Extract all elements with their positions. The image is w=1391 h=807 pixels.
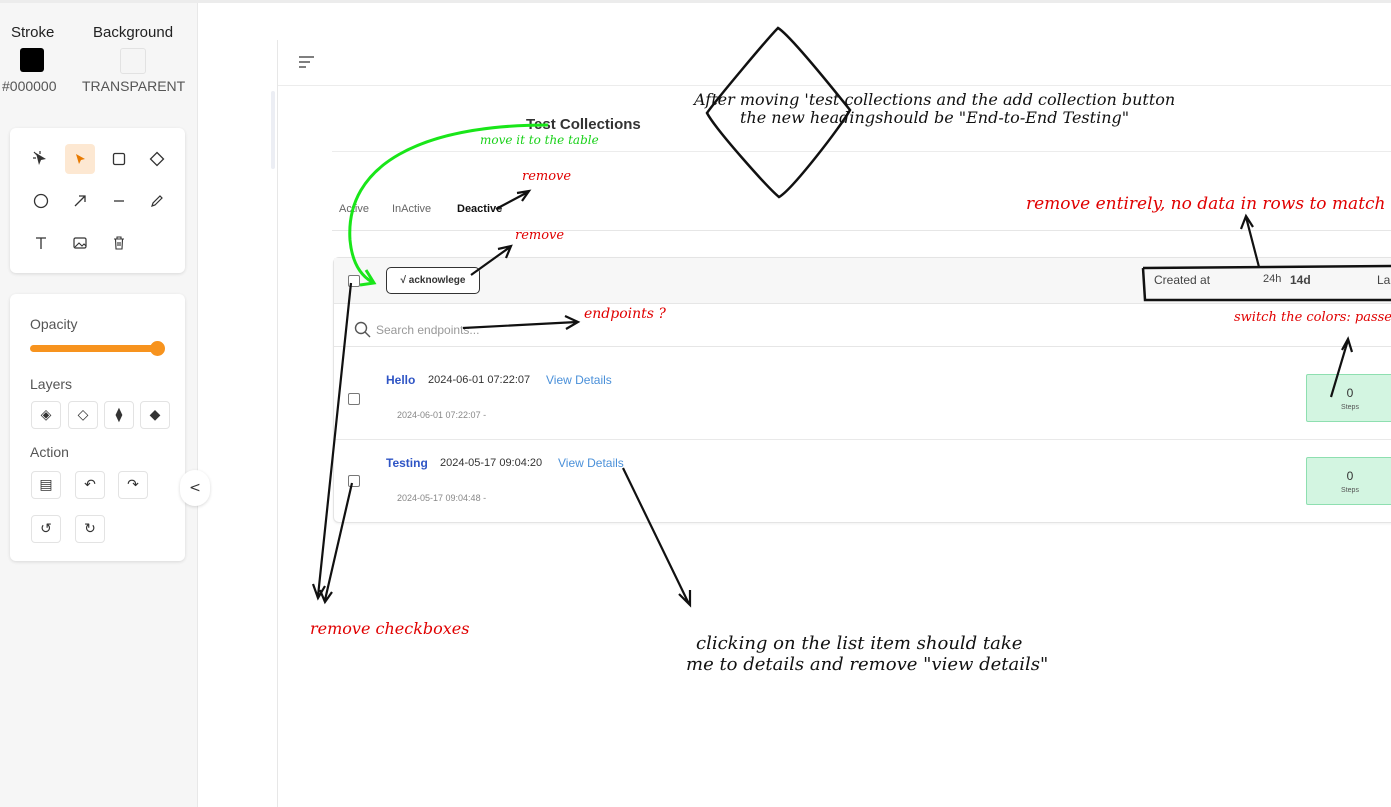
tools-card <box>10 128 185 273</box>
background-color-swatch[interactable] <box>120 48 146 74</box>
search-input[interactable]: Search endpoints... <box>376 323 479 337</box>
click-item-note: clicking on the list item should take me… <box>686 633 1048 675</box>
action-label: Action <box>30 444 69 460</box>
heading-note-line1: After moving 'test collections and the a… <box>694 90 1176 109</box>
view-details-link[interactable]: View Details <box>558 456 624 470</box>
heading-note: After moving 'test collections and the a… <box>694 91 1175 127</box>
redo-icon[interactable]: ↷ <box>118 471 148 499</box>
remove-checkboxes-note: remove checkboxes <box>310 619 470 638</box>
row-date: 2024-06-01 07:22:07 <box>428 374 531 386</box>
text-icon[interactable] <box>26 228 56 258</box>
rectangle-icon[interactable] <box>104 144 134 174</box>
rotate-left-icon[interactable]: ↺ <box>31 515 61 543</box>
layers-label: Layers <box>30 376 73 392</box>
click-item-note-line2: me to details and remove "view details" <box>686 654 1049 675</box>
header-divider <box>278 85 1391 86</box>
last-column-label: La <box>1377 273 1391 287</box>
title-divider <box>332 151 1391 152</box>
duplicate-icon[interactable]: ▤ <box>31 471 61 499</box>
image-icon[interactable] <box>65 228 95 258</box>
background-value: TRANSPARENT <box>82 78 186 94</box>
send-to-back-icon[interactable]: ◈ <box>31 401 61 429</box>
row-subtext: 2024-06-01 07:22:07 - <box>397 410 487 420</box>
pencil-icon[interactable] <box>142 186 172 216</box>
steps-count: 0 <box>1346 468 1354 483</box>
search-icon <box>354 321 371 342</box>
view-details-link[interactable]: View Details <box>546 373 612 387</box>
row-name[interactable]: Testing <box>386 456 428 470</box>
drawing-toolbar-panel: Stroke Background #000000 TRANSPARENT Op… <box>0 3 198 807</box>
steps-label: Steps <box>1341 403 1359 411</box>
steps-badge: 0 Steps <box>1306 374 1391 422</box>
row-checkbox[interactable] <box>348 393 360 405</box>
steps-badge: 0 Steps <box>1306 457 1391 505</box>
tab-inactive[interactable]: InActive <box>392 203 431 215</box>
arrow-icon[interactable] <box>65 186 95 216</box>
remove-entirely-note: remove entirely, no data in rows to matc… <box>1026 194 1386 214</box>
tab-active[interactable]: Active <box>339 203 369 215</box>
bring-forward-icon[interactable]: ⧫ <box>104 401 134 429</box>
send-backward-icon[interactable]: ◇ <box>68 401 98 429</box>
remove-ack-note: remove <box>515 228 565 243</box>
steps-label: Steps <box>1341 486 1359 494</box>
opacity-slider-thumb[interactable] <box>150 341 165 356</box>
steps-count: 0 <box>1346 385 1354 400</box>
background-label: Background <box>93 24 174 41</box>
search-row <box>334 303 1391 347</box>
diamond-icon[interactable] <box>142 144 172 174</box>
tabs-divider <box>332 230 1391 231</box>
table-header <box>334 258 1391 304</box>
scrollbar[interactable] <box>271 91 275 169</box>
selection-icon[interactable] <box>26 144 56 174</box>
range-14d[interactable]: 14d <box>1290 273 1311 287</box>
page-title: Test Collections <box>526 116 641 133</box>
collapse-sidebar-button[interactable]: < <box>180 470 210 506</box>
stroke-color-swatch[interactable] <box>20 48 44 72</box>
stroke-label: Stroke <box>11 24 55 41</box>
created-at-label: Created at <box>1154 273 1211 287</box>
bring-to-front-icon[interactable]: ◆ <box>140 401 170 429</box>
heading-note-line2: the new headingshould be "End-to-End Tes… <box>740 108 1130 127</box>
tab-deactive[interactable]: Deactive <box>457 203 502 215</box>
trash-icon[interactable] <box>104 228 134 258</box>
row-subtext: 2024-05-17 09:04:48 - <box>397 493 487 503</box>
undo-icon[interactable]: ↶ <box>75 471 105 499</box>
move-to-table-note: move it to the table <box>480 133 599 147</box>
row-date: 2024-05-17 09:04:20 <box>440 457 543 469</box>
menu-icon[interactable] <box>298 54 316 74</box>
rotate-right-icon[interactable]: ↻ <box>75 515 105 543</box>
row-name[interactable]: Hello <box>386 373 415 387</box>
endpoints-note: endpoints ? <box>584 306 666 322</box>
line-icon[interactable] <box>104 186 134 216</box>
click-item-note-line1: clicking on the list item should take <box>696 633 1023 654</box>
top-border <box>0 0 1391 3</box>
opacity-label: Opacity <box>30 316 78 332</box>
switch-colors-note: switch the colors: passed <box>1234 310 1391 325</box>
select-all-checkbox[interactable] <box>348 275 360 287</box>
circle-icon[interactable] <box>26 186 56 216</box>
app-left-border <box>277 40 278 807</box>
range-24h[interactable]: 24h <box>1263 273 1281 285</box>
acknowledge-button[interactable]: √ acknowlege <box>386 267 480 294</box>
properties-card: Opacity Layers ◈ ◇ ⧫ ◆ Action ▤ ↶ ↷ ↺ ↻ <box>10 294 185 561</box>
row-divider <box>334 439 1391 440</box>
remove-tabs-note: remove <box>522 169 572 184</box>
stroke-value: #000000 <box>2 78 57 94</box>
row-checkbox[interactable] <box>348 475 360 487</box>
pointer-icon[interactable] <box>65 144 95 174</box>
opacity-slider-track[interactable] <box>30 345 160 352</box>
